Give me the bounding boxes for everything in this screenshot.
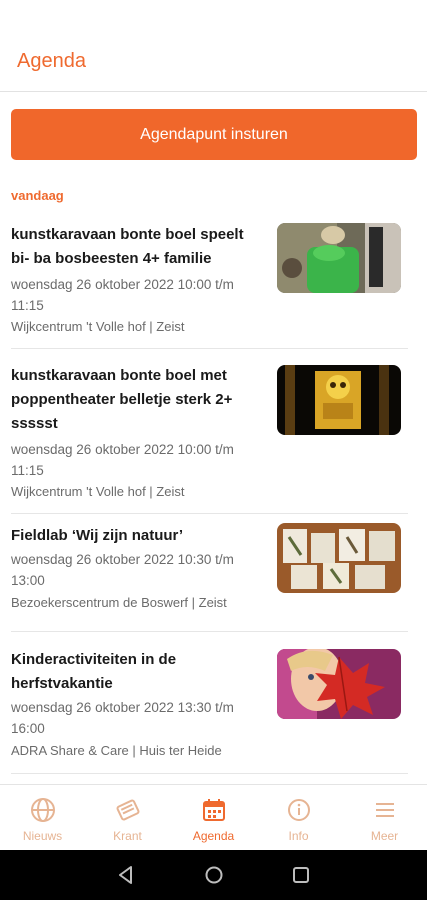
globe-icon	[30, 798, 55, 822]
event-date: woensdag 26 oktober 2022 13:30 t/m 16:00	[11, 697, 261, 739]
event-date-start: woensdag 26 oktober 2022 10:30 t/m	[11, 552, 234, 567]
back-icon[interactable]	[114, 863, 138, 887]
info-icon	[287, 799, 310, 821]
nav-label: Agenda	[192, 829, 235, 843]
event-thumbnail	[277, 649, 401, 719]
event-title: kunstkaravaan bonte boel speelt bi- ba b…	[11, 226, 244, 267]
system-navigation-bar	[0, 850, 427, 900]
recents-icon[interactable]	[289, 863, 313, 887]
event-title: Kinderactiviteiten in de herfstvakantie	[11, 651, 177, 692]
newspaper-icon	[116, 799, 139, 821]
event-thumbnail	[277, 365, 401, 435]
event-location: ADRA Share & Care | Huis ter Heide	[11, 743, 222, 758]
nav-item-info[interactable]: Info	[256, 785, 341, 851]
puppet-photo-icon	[277, 223, 401, 293]
theater-photo-icon	[277, 365, 401, 435]
event-location: Wijkcentrum 't Volle hof | Zeist	[11, 319, 185, 334]
event-date: woensdag 26 oktober 2022 10:00 t/m 11:15	[11, 274, 261, 316]
event-date-start: woensdag 26 oktober 2022 13:30 t/m	[11, 700, 234, 715]
nature-cards-photo-icon	[277, 523, 401, 593]
calendar-icon	[202, 799, 225, 821]
event-thumbnail	[277, 223, 401, 293]
agenda-list[interactable]: Agendapunt insturen vandaag kunstkaravaa…	[0, 92, 427, 784]
event-date-end: 11:15	[11, 463, 44, 478]
list-item[interactable]: kunstkaravaan bonte boel met poppentheat…	[11, 349, 408, 514]
event-thumbnail	[277, 523, 401, 593]
autumn-leaf-photo-icon	[277, 649, 401, 719]
nav-item-krant[interactable]: Krant	[85, 785, 170, 851]
event-location: Bezoekerscentrum de Boswerf | Zeist	[11, 595, 227, 610]
list-item[interactable]: kunstkaravaan bonte boel speelt bi- ba b…	[11, 220, 408, 349]
list-item[interactable]: Kinderactiviteiten in de herfstvakantie …	[11, 632, 408, 774]
event-date-end: 11:15	[11, 298, 44, 313]
event-location: Wijkcentrum 't Volle hof | Zeist	[11, 484, 185, 499]
event-title: Fieldlab ‘Wij zijn natuur’	[11, 527, 184, 544]
submit-agenda-button[interactable]: Agendapunt insturen	[11, 109, 417, 160]
event-date-start: woensdag 26 oktober 2022 10:00 t/m	[11, 442, 234, 457]
event-date-start: woensdag 26 oktober 2022 10:00 t/m	[11, 277, 234, 292]
nav-label: Info	[288, 829, 309, 843]
nav-label: Nieuws	[22, 829, 63, 843]
bottom-navigation: Nieuws Krant Agenda Info Meer	[0, 784, 427, 850]
list-item[interactable]	[11, 774, 408, 784]
menu-icon	[375, 803, 394, 817]
nav-item-nieuws[interactable]: Nieuws	[0, 785, 85, 851]
nav-item-meer[interactable]: Meer	[342, 785, 427, 851]
nav-item-agenda[interactable]: Agenda	[171, 785, 256, 851]
nav-label: Meer	[370, 829, 399, 843]
section-label-today: vandaag	[11, 188, 64, 203]
event-date: woensdag 26 oktober 2022 10:00 t/m 11:15	[11, 439, 261, 481]
nav-label: Krant	[113, 829, 142, 843]
list-item[interactable]: Fieldlab ‘Wij zijn natuur’ woensdag 26 o…	[11, 514, 408, 632]
event-date-end: 16:00	[11, 721, 45, 736]
app-header: Agenda	[0, 0, 427, 92]
event-date-end: 13:00	[11, 573, 45, 588]
page-title: Agenda	[17, 50, 86, 72]
event-date: woensdag 26 oktober 2022 10:30 t/m 13:00	[11, 549, 261, 591]
event-title: kunstkaravaan bonte boel met poppentheat…	[11, 367, 233, 432]
home-icon[interactable]	[202, 863, 226, 887]
